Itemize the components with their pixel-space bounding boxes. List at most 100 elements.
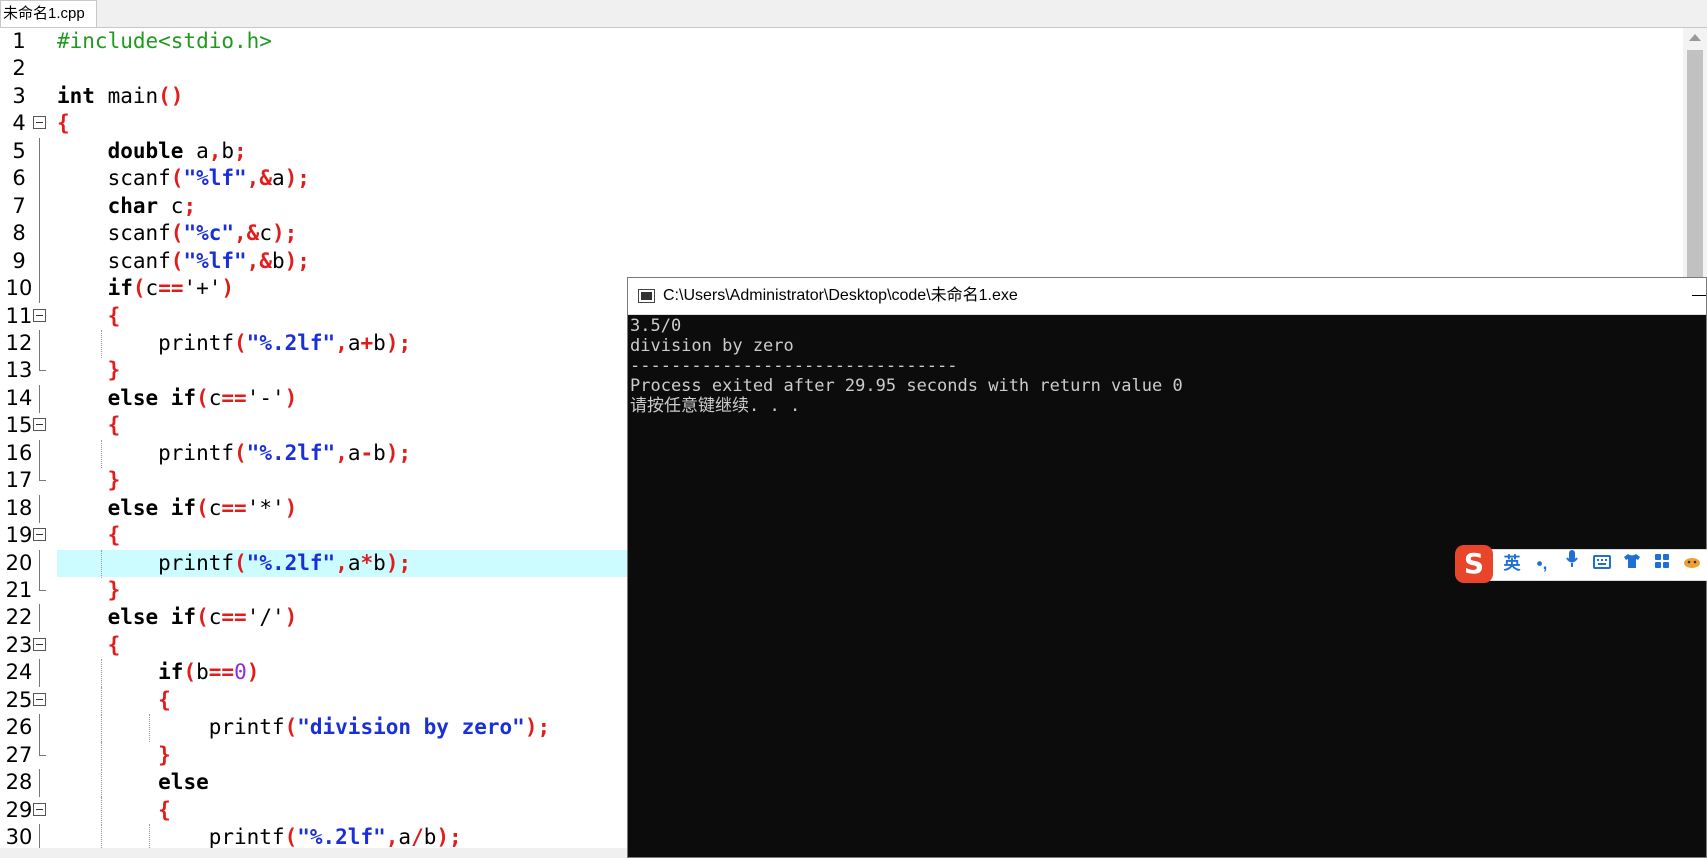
ime-punctuation-toggle[interactable]: •, xyxy=(1529,549,1555,579)
line-number: 17 xyxy=(5,468,33,493)
fold-guide-line xyxy=(39,247,40,276)
code-line[interactable]: 1 #include<stdio.h> xyxy=(0,28,1707,55)
code-text[interactable]: { xyxy=(57,110,1707,137)
indent-guide xyxy=(101,439,102,468)
fold-guide-line xyxy=(39,137,40,166)
indent-guide xyxy=(101,549,102,578)
fold-collapse-icon[interactable] xyxy=(33,418,46,432)
line-number: 21 xyxy=(5,578,33,602)
fold-collapse-icon[interactable] xyxy=(33,802,46,816)
scrollbar-thumb[interactable] xyxy=(1687,50,1703,290)
code-line[interactable]: 7 char c; xyxy=(0,192,1707,221)
code-line[interactable]: 2 xyxy=(0,55,1707,82)
fold-guide-line xyxy=(39,741,40,756)
line-number: 28 xyxy=(5,770,33,795)
indent-guide xyxy=(101,659,102,688)
line-number: 1 xyxy=(12,29,26,53)
line-number: 22 xyxy=(5,605,33,630)
indent-guide xyxy=(101,796,102,825)
fold-end-marker xyxy=(39,590,46,591)
fold-guide-line xyxy=(39,467,40,482)
indent-guide xyxy=(101,769,102,798)
fold-guide-line xyxy=(39,165,40,194)
minimize-icon[interactable] xyxy=(1692,295,1706,296)
code-text[interactable]: scanf("%lf",&b); xyxy=(57,248,1707,275)
line-number: 18 xyxy=(5,495,33,520)
fold-guide-line xyxy=(39,275,40,304)
fold-guide-line xyxy=(39,769,40,798)
console-titlebar[interactable]: C:\Users\Administrator\Desktop\code\未命名1… xyxy=(628,278,1706,315)
line-number: 13 xyxy=(5,358,33,383)
code-text[interactable]: char c; xyxy=(57,193,1707,220)
code-text[interactable]: int main() xyxy=(57,83,1707,110)
fold-guide-line xyxy=(39,659,40,688)
code-line[interactable]: 5 double a,b; xyxy=(0,137,1707,166)
code-text[interactable]: double a,b; xyxy=(57,138,1707,165)
code-line[interactable]: 9 scanf("%lf",&b); xyxy=(0,247,1707,276)
ime-language-toggle[interactable]: 英 xyxy=(1499,549,1525,579)
console-output: 3.5/0 division by zero -----------------… xyxy=(630,316,1183,416)
line-number: 5 xyxy=(12,138,26,163)
fold-collapse-icon[interactable] xyxy=(33,692,46,706)
code-text[interactable]: scanf("%c",&c); xyxy=(57,220,1707,247)
indent-guide xyxy=(101,686,102,715)
code-line[interactable]: 6 scanf("%lf",&a); xyxy=(0,165,1707,194)
tab-bar: 未命名1.cpp xyxy=(0,0,1707,28)
fold-guide-line xyxy=(39,549,40,578)
line-number: 16 xyxy=(5,440,33,465)
line-number: 27 xyxy=(5,742,33,767)
code-line[interactable]: 4{ xyxy=(0,110,1707,137)
line-number: 14 xyxy=(5,385,33,410)
console-title: C:\Users\Administrator\Desktop\code\未命名1… xyxy=(663,287,1018,304)
keyboard-icon[interactable] xyxy=(1589,549,1615,579)
console-app-icon xyxy=(638,289,655,303)
fold-guide-line xyxy=(39,494,40,523)
line-number: 12 xyxy=(5,330,33,355)
line-number: 7 xyxy=(12,193,26,218)
line-number: 24 xyxy=(5,660,33,685)
mic-icon[interactable] xyxy=(1559,549,1585,579)
fold-end-marker xyxy=(39,754,46,756)
fold-collapse-icon[interactable] xyxy=(33,308,46,322)
code-text[interactable]: scanf("%lf",&a); xyxy=(57,165,1707,192)
code-line[interactable]: 8 scanf("%c",&c); xyxy=(0,220,1707,249)
indent-guide xyxy=(149,714,150,743)
line-number: 3 xyxy=(12,83,26,108)
fold-end-marker xyxy=(39,370,46,372)
line-number: 9 xyxy=(12,248,26,273)
fold-collapse-icon[interactable] xyxy=(33,637,46,651)
fold-guide-line xyxy=(39,577,40,591)
line-number: 20 xyxy=(5,550,33,575)
line-number: 10 xyxy=(5,276,33,301)
fold-collapse-icon[interactable] xyxy=(33,528,46,542)
code-line[interactable]: 3 int main() xyxy=(0,83,1707,110)
sogou-logo-icon[interactable]: S xyxy=(1455,545,1493,583)
indent-guide xyxy=(101,329,102,358)
tab-file[interactable]: 未命名1.cpp xyxy=(0,0,97,27)
fold-guide-line xyxy=(39,192,40,221)
code-text[interactable] xyxy=(57,55,1707,82)
fold-guide-line xyxy=(39,220,40,249)
fold-guide-line xyxy=(39,357,40,372)
skin-icon[interactable] xyxy=(1619,549,1645,579)
fold-collapse-icon[interactable] xyxy=(33,116,46,130)
line-number: 30 xyxy=(5,825,33,850)
scroll-up-icon[interactable] xyxy=(1689,34,1701,41)
grid-icon[interactable] xyxy=(1649,549,1675,579)
fold-guide-line xyxy=(39,604,40,633)
line-number: 26 xyxy=(5,715,33,740)
fold-guide-line xyxy=(39,329,40,358)
indent-guide xyxy=(101,741,102,770)
line-number: 2 xyxy=(12,56,26,81)
line-number: 6 xyxy=(12,166,26,191)
fold-end-marker xyxy=(39,480,46,482)
line-number: 8 xyxy=(12,221,26,246)
editor-horizontal-scrollbar[interactable] xyxy=(0,848,628,858)
fold-guide-line xyxy=(39,714,40,743)
ime-toolbar[interactable]: S 英 •, xyxy=(1455,545,1707,583)
fold-guide-line xyxy=(39,384,40,413)
fox-icon[interactable] xyxy=(1679,549,1705,579)
code-text[interactable]: #include<stdio.h> xyxy=(57,28,1707,55)
fold-guide-line xyxy=(39,439,40,468)
indent-guide xyxy=(101,714,102,743)
